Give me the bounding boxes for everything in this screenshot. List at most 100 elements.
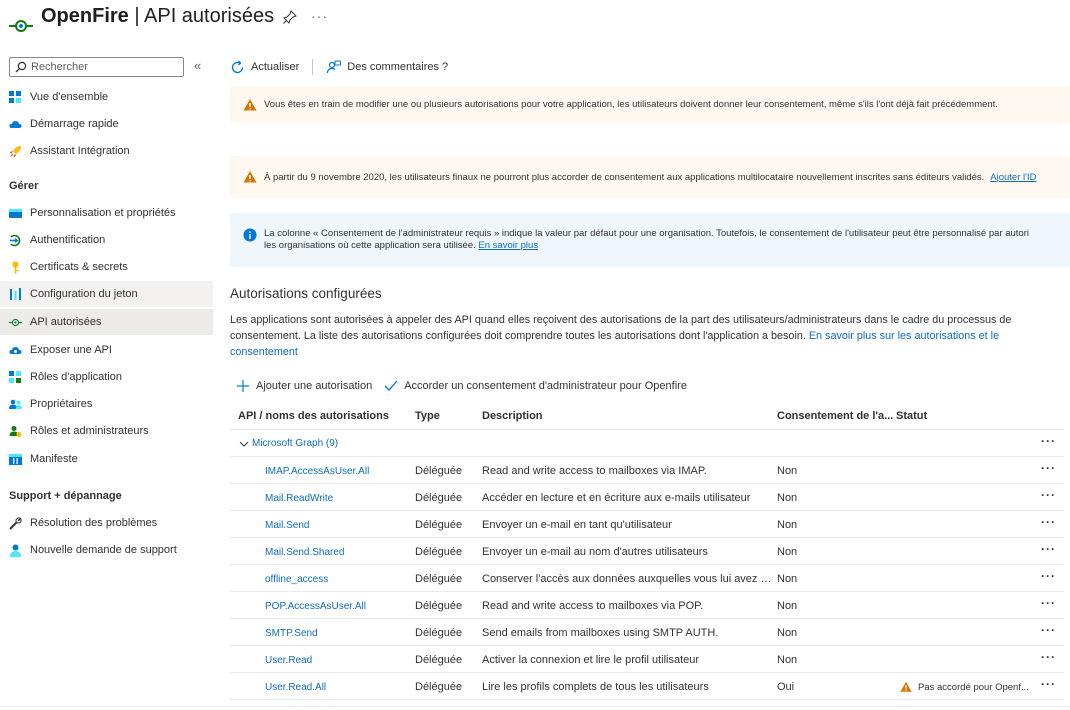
add-publisher-link[interactable]: Ajouter l'ID [990, 172, 1036, 183]
info-text-line1: La colonne « Consentement de l'administr… [264, 228, 1029, 239]
more-icon[interactable]: ··· [1041, 650, 1056, 664]
add-permission-button[interactable]: Ajouter une autorisation [236, 379, 372, 393]
search-input[interactable] [31, 61, 181, 73]
feedback-button[interactable]: Des commentaires ? [326, 60, 448, 75]
info-text-line2: les organisations où cette application s… [264, 240, 476, 251]
more-icon[interactable]: ··· [1041, 542, 1056, 556]
permission-type: Déléguée [415, 465, 463, 477]
table-row: IMAP.AccessAsUser.All Déléguée Read and … [230, 457, 1064, 484]
grant-admin-consent-button[interactable]: Accorder un consentement d'administrateu… [384, 379, 687, 393]
chevron-down-icon [239, 441, 249, 447]
sidebar-item-troubleshooting[interactable]: Résolution des problèmes [0, 510, 213, 536]
sidebar-item-branding[interactable]: Personnalisation et propriétés [0, 200, 213, 226]
warning-icon [243, 98, 257, 110]
toolbar-divider [312, 59, 314, 75]
sidebar-item-label: API autorisées [30, 316, 102, 328]
group-manage: Gérer [9, 180, 39, 192]
permission-name-link[interactable]: SMTP.Send [265, 628, 405, 639]
sidebar-item-authentication[interactable]: Authentification [0, 227, 213, 253]
learn-more-link[interactable]: En savoir plus [478, 240, 538, 251]
sidebar-item-overview[interactable]: Vue d'ensemble [0, 84, 213, 110]
permission-type: Déléguée [415, 600, 463, 612]
cloud-api-icon [9, 346, 22, 354]
sidebar-item-expose-api[interactable]: Exposer une API [0, 337, 213, 363]
table-row: SMTP.Send Déléguée Send emails from mail… [230, 619, 1064, 646]
sidebar-search[interactable] [9, 57, 184, 77]
more-icon[interactable]: ··· [1041, 488, 1056, 502]
status-text: Pas accordé pour Openf... [918, 681, 1029, 693]
authentication-icon [10, 234, 21, 246]
permission-name-link[interactable]: Mail.Send [265, 520, 405, 531]
col-api-name[interactable]: API / noms des autorisations [238, 410, 389, 422]
checkmark-icon [384, 380, 398, 391]
sidebar-item-label: Personnalisation et propriétés [30, 207, 176, 219]
search-icon [15, 61, 27, 73]
group-support: Support + dépannage [9, 490, 122, 502]
more-icon[interactable]: ··· [1041, 515, 1056, 529]
key-icon [12, 261, 19, 273]
permission-type: Déléguée [415, 573, 463, 585]
more-icon[interactable]: ··· [1041, 677, 1056, 691]
more-icon[interactable]: ··· [1041, 623, 1056, 637]
api-permissions-icon [9, 20, 33, 32]
col-admin-consent[interactable]: Consentement de l'a... [777, 410, 893, 422]
col-description[interactable]: Description [482, 410, 543, 422]
permission-description: Envoyer un e-mail en tant qu'utilisateur [482, 519, 672, 531]
permission-description: Activer la connexion et lire le profil u… [482, 654, 700, 666]
col-type[interactable]: Type [415, 410, 440, 422]
group-toggle[interactable]: Microsoft Graph (9) [239, 438, 338, 449]
collapse-sidebar-icon[interactable]: « [194, 58, 201, 73]
col-status[interactable]: Statut [896, 410, 927, 422]
permission-name-link[interactable]: offline_access [265, 574, 405, 585]
more-icon[interactable]: ··· [1041, 461, 1056, 475]
sidebar-item-label: Authentification [30, 234, 106, 246]
refresh-icon [231, 60, 244, 73]
admin-consent-value: Non [777, 465, 798, 477]
more-icon[interactable]: ··· [1041, 434, 1056, 448]
permission-name-link[interactable]: Mail.ReadWrite [265, 493, 405, 504]
section-title: Autorisations configurées [230, 286, 382, 301]
info-icon [243, 228, 257, 242]
branding-icon [9, 208, 22, 218]
permission-name-link[interactable]: User.Read.All [265, 682, 405, 693]
sidebar-item-quickstart[interactable]: Démarrage rapide [0, 111, 213, 137]
overview-grid-icon [9, 90, 21, 103]
info-banner-admin-consent: La colonne « Consentement de l'administr… [230, 213, 1070, 267]
permission-type: Déléguée [415, 519, 463, 531]
feedback-person-icon [327, 60, 342, 73]
permission-name-link[interactable]: User.Read [265, 655, 405, 666]
permission-name-link[interactable]: IMAP.AccessAsUser.All [265, 466, 405, 477]
refresh-button[interactable]: Actualiser [230, 60, 299, 75]
more-icon[interactable]: ··· [1041, 596, 1056, 610]
sidebar-item-app-roles[interactable]: Rôles d'application [0, 364, 213, 390]
warning-banner-consent: Vous êtes en train de modifier une ou pl… [230, 86, 1070, 123]
warning-icon [243, 171, 257, 183]
sidebar-item-label: Rôles et administrateurs [30, 425, 149, 437]
admin-consent-value: Non [777, 519, 798, 531]
sidebar-item-roles-admins[interactable]: Rôles et administrateurs [0, 418, 213, 444]
table-row: Mail.Send.Shared Déléguée Envoyer un e-m… [230, 538, 1064, 565]
status-cell: Pas accordé pour Openf... [900, 681, 1032, 693]
sidebar-item-api-permissions[interactable]: API autorisées [0, 309, 213, 335]
permissions-actions: Ajouter une autorisation Accorder un con… [236, 379, 699, 393]
sidebar-item-token-configuration[interactable]: Configuration du jeton [0, 281, 213, 307]
sidebar-item-owners[interactable]: Propriétaires [0, 391, 213, 417]
permission-name-link[interactable]: Mail.Send.Shared [265, 547, 405, 558]
feedback-label: Des commentaires ? [347, 61, 449, 73]
support-person-icon [10, 544, 21, 557]
group-row-microsoft-graph: Microsoft Graph (9) ··· [230, 430, 1064, 457]
main-content: Actualiser Des commentaires ? Vous êtes … [230, 52, 1070, 710]
more-icon[interactable]: ··· [1041, 569, 1056, 583]
sidebar-item-new-support-request[interactable]: Nouvelle demande de support [0, 537, 213, 563]
permission-name-link[interactable]: POP.AccessAsUser.All [265, 601, 405, 612]
sidebar-item-label: Démarrage rapide [30, 118, 119, 130]
add-permission-label: Ajouter une autorisation [256, 380, 373, 392]
sidebar-item-certificates[interactable]: Certificats & secrets [0, 254, 213, 280]
sidebar-item-label: Certificats & secrets [30, 261, 128, 273]
pin-icon[interactable] [283, 10, 297, 24]
table-row: User.Read.All Déléguée Lire les profils … [230, 673, 1064, 700]
permission-type: Déléguée [415, 627, 463, 639]
sidebar-item-integration-assistant[interactable]: Assistant Intégration [0, 138, 213, 164]
sidebar-item-manifest[interactable]: Manifeste [0, 446, 213, 472]
more-icon[interactable]: ··· [311, 8, 328, 24]
